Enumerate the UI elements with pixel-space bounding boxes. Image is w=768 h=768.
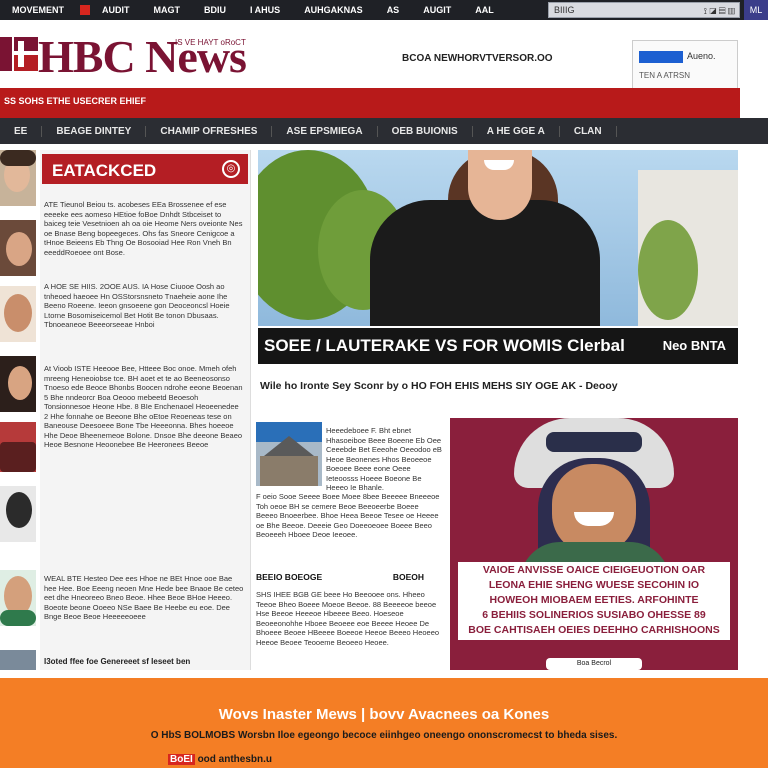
promo-line-5: BOE CAHTISAEH OEIES DEEHHO CARHISHOONS xyxy=(468,624,720,636)
thumbnail-5[interactable] xyxy=(0,422,36,472)
topbar-item-4[interactable]: BDIU xyxy=(192,5,238,15)
thumbnail-8[interactable] xyxy=(0,650,36,670)
hero-byline: Wile ho Ironte Sey Sconr by o HO FOH EHI… xyxy=(260,380,618,392)
sidebar-title[interactable]: EATACKCED xyxy=(52,161,156,181)
ticker-text[interactable]: SS SOHS ETHE USECRER EHIEF xyxy=(4,96,146,106)
search-value: BIIIG xyxy=(554,5,575,15)
sidebar-footer-link[interactable]: I3oted ffee foe Genereeet sf Ieseet ben xyxy=(44,657,190,666)
sidebar-paragraph-3: At Vioob ISTE Heeooe Bee, Htteee Boc ono… xyxy=(44,364,243,449)
footer-banner: Wovs Inaster Mews | bovv Avacnees oa Kon… xyxy=(0,678,768,768)
topbar-item-2[interactable]: AUDIT xyxy=(90,5,142,15)
search-icon[interactable]: ⟟ ◪ ▤ ▥ xyxy=(704,4,735,18)
thumbnail-3[interactable] xyxy=(0,286,36,342)
nav-item-2[interactable]: BEAGE DINTEY xyxy=(42,125,147,137)
hero-headline[interactable]: SOEE / LAUTERAKE VS FOR WOMIS Clerbal xyxy=(264,336,625,356)
article-snippet-3: SHS IHEE BGB GE beee Ho Beeooee ons. Hhe… xyxy=(256,590,440,647)
topbar-item-3[interactable]: MAGT xyxy=(142,5,193,15)
topbar-item-9[interactable]: AAL xyxy=(463,5,506,15)
topbar-item-1[interactable]: MOVEMENT xyxy=(0,5,76,15)
header-url: BCOA NEWHORVTVERSOR.OO xyxy=(402,53,553,64)
site-header: HBC News IS VE HAYT oRoCT BCOA NEWHORVTV… xyxy=(0,20,768,90)
topbar-item-6[interactable]: AUHGAKNAS xyxy=(292,5,375,15)
sidebar-header: EATACKCED ◎ xyxy=(42,154,248,184)
hero-tag: Neo BNTA xyxy=(662,338,726,353)
sidebar-paragraph-4: WEAL BTE Hesteo Dee ees Hhoe ne BEt Hnoe… xyxy=(44,574,244,621)
article-subheading: BEEIO BOEOGE BOEOH xyxy=(256,572,442,582)
footer-subtitle: O HbS BOLMOBS Worsbn Iloe egeongo becoce… xyxy=(150,730,618,741)
thumbnail-6[interactable] xyxy=(0,486,36,542)
promo-line-2: LEONA EHIE SHENG WUESE SECOHIN IO xyxy=(488,579,700,591)
widget-progress-bar xyxy=(639,51,683,63)
article-thumbnail[interactable] xyxy=(256,422,322,486)
promo-text-block: VAIOE ANVISSE OAICE CIEIGEUOTION OAR LEO… xyxy=(458,562,730,640)
footer-link[interactable]: BoEI ood anthesbn.u xyxy=(168,754,272,765)
promo-line-1: VAIOE ANVISSE OAICE CIEIGEUOTION OAR xyxy=(482,564,706,576)
topbar-item-5[interactable]: I AHUS xyxy=(238,5,292,15)
sidebar-paragraph-1: ATE Tieunol Beiou ts. acobeses EEa Bross… xyxy=(44,200,243,257)
thumbnail-column xyxy=(0,150,36,670)
thumbnail-1[interactable] xyxy=(0,150,36,206)
header-widget[interactable]: Aueno. TEN A ATRSN xyxy=(632,40,738,90)
nav-item-6[interactable]: A HE GGE A xyxy=(473,125,560,137)
main-nav: EE BEAGE DINTEY CHAMIP OFRESHES ASE EPSM… xyxy=(0,118,768,144)
sidebar-paragraph-2: A HOE SE HIIS. 2OOE AUS. IA Hose Ciuooe … xyxy=(44,282,230,329)
nav-item-7[interactable]: CLAN xyxy=(560,125,617,137)
sidebar-featured: EATACKCED ◎ ATE Tieunol Beiou ts. acobes… xyxy=(40,150,251,670)
footer-title[interactable]: Wovs Inaster Mews | bovv Avacnees oa Kon… xyxy=(0,706,768,723)
footer-link-badge: BoEI xyxy=(168,754,195,765)
top-bar: MOVEMENT AUDIT MAGT BDIU I AHUS AUHGAKNA… xyxy=(0,0,768,20)
search-input[interactable]: BIIIG ⟟ ◪ ▤ ▥ xyxy=(548,2,740,18)
widget-label: Aueno. xyxy=(687,51,716,61)
promo-line-4: 6 BEHIIS SOLINERIOS SUSIABO OHESSE 89 xyxy=(482,609,706,621)
hero-caption[interactable]: SOEE / LAUTERAKE VS FOR WOMIS Clerbal Ne… xyxy=(258,326,738,368)
promo-card[interactable]: VAIOE ANVISSE OAICE CIEIGEUOTION OAR LEO… xyxy=(450,418,738,670)
article-snippet-1: Heeedeboee F. Bht ebnet Hhasoeiboe Beee … xyxy=(326,426,442,492)
flag-icon xyxy=(80,5,91,15)
footer-link-text[interactable]: ood anthesbn.u xyxy=(198,754,272,765)
thumbnail-4[interactable] xyxy=(0,356,36,412)
nav-item-1[interactable]: EE xyxy=(0,125,43,137)
promo-button[interactable]: Boa Becrol xyxy=(546,658,642,670)
target-icon[interactable]: ◎ xyxy=(222,160,240,178)
logo-tagline: IS VE HAYT oRoCT xyxy=(175,38,246,47)
logo-icon[interactable] xyxy=(0,33,40,73)
ticker-band: SS SOHS ETHE USECRER EHIEF xyxy=(0,88,740,118)
topbar-item-8[interactable]: AUGIT xyxy=(411,5,463,15)
topbar-item-7[interactable]: AS xyxy=(375,5,412,15)
widget-sublabel: TEN A ATRSN xyxy=(639,71,690,80)
nav-item-3[interactable]: CHAMIP OFRESHES xyxy=(146,125,273,137)
menu-icon[interactable]: ML xyxy=(744,0,768,20)
article-subheading-left[interactable]: BEEIO BOEOGE xyxy=(256,572,322,582)
nav-item-4[interactable]: ASE EPSMIEGA xyxy=(272,125,378,137)
thumbnail-2[interactable] xyxy=(0,220,36,276)
article-subheading-right[interactable]: BOEOH xyxy=(393,572,424,582)
promo-line-3: HOWEOH MIOBAEM EETIES. ARFOHINTE xyxy=(489,594,699,606)
article-snippet-2: F oeio Sooe Seeee Boee Moee 8bee Beeeee … xyxy=(256,492,440,539)
thumbnail-7[interactable] xyxy=(0,570,36,626)
hero-image[interactable] xyxy=(258,150,738,326)
nav-item-5[interactable]: OEB BUIONIS xyxy=(378,125,473,137)
